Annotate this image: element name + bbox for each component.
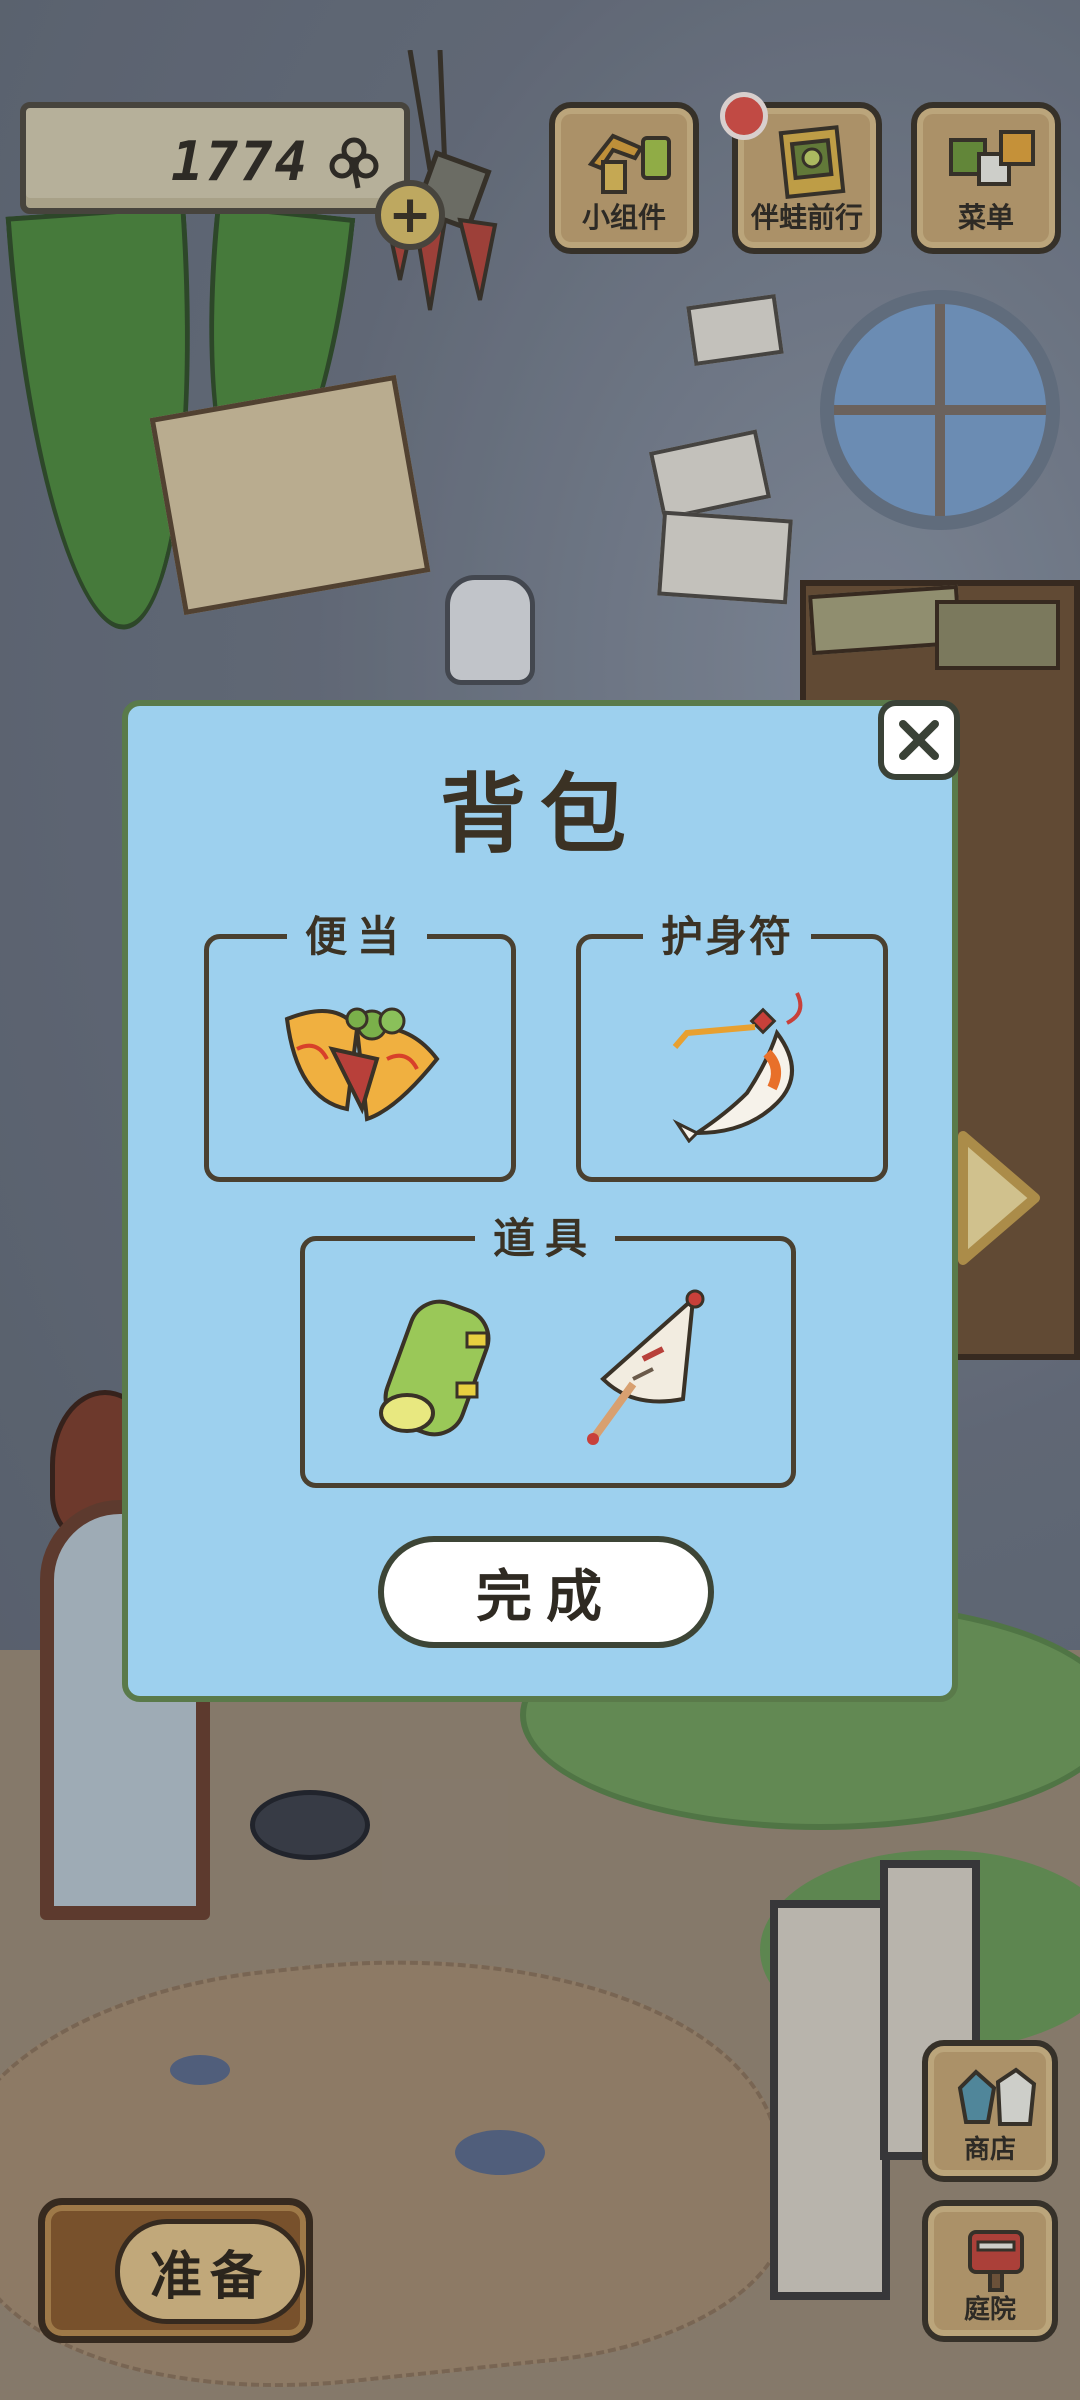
close-icon xyxy=(899,720,939,760)
bento-slot[interactable]: 便当 xyxy=(204,909,516,1182)
green-mat-roll-icon[interactable] xyxy=(377,1283,507,1443)
paper-umbrella-icon[interactable] xyxy=(583,1289,713,1449)
dumpling-bento-icon[interactable] xyxy=(277,999,447,1129)
charm-slot[interactable]: 护身符 xyxy=(576,909,888,1182)
bento-slot-label: 便当 xyxy=(287,909,428,965)
close-button[interactable] xyxy=(878,700,960,780)
done-button[interactable]: 完成 xyxy=(378,1536,714,1648)
tools-slot-label: 道具 xyxy=(475,1211,616,1267)
tools-slot: 道具 xyxy=(300,1211,796,1488)
backpack-dialog: 背包 便当 护身符 道具 完成 xyxy=(122,700,958,1702)
dialog-title: 背包 xyxy=(440,765,640,865)
koi-charm-icon[interactable] xyxy=(667,983,817,1143)
charm-slot-label: 护身符 xyxy=(643,909,812,965)
